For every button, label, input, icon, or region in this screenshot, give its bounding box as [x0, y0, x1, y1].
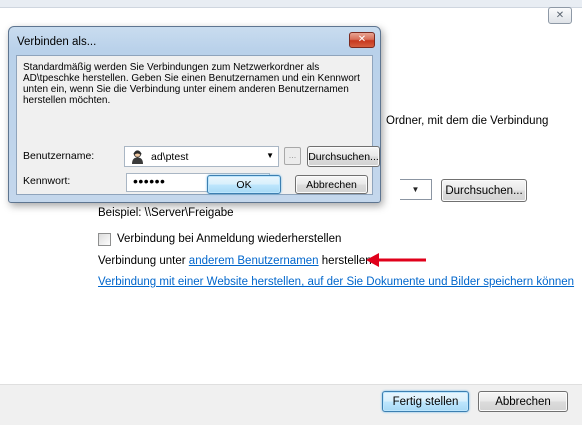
- username-value: ad\ptest: [151, 151, 189, 163]
- dialog-browse-button[interactable]: Durchsuchen...: [307, 146, 380, 167]
- password-label: Kennwort:: [23, 175, 71, 187]
- wizard-top-edge: [0, 0, 582, 8]
- wizard-close-button[interactable]: ✕: [548, 7, 572, 24]
- reconnect-label: Verbindung bei Anmeldung wiederherstelle…: [117, 233, 342, 245]
- website-connect-link[interactable]: Verbindung mit einer Website herstellen,…: [98, 276, 574, 288]
- other-username-link[interactable]: anderem Benutzernamen: [189, 255, 319, 267]
- wizard-folder-description: Ordner, mit dem die Verbindung: [386, 115, 549, 127]
- connect-as-dialog: Verbinden als... ✕ Standardmäßig werden …: [8, 26, 381, 203]
- wizard-cancel-button[interactable]: Abbrechen: [478, 391, 568, 412]
- ellipsis-button[interactable]: ...: [284, 147, 301, 165]
- ok-button[interactable]: OK: [207, 175, 281, 194]
- user-account-icon: [132, 150, 143, 164]
- chevron-down-icon: ▼: [411, 185, 420, 194]
- dialog-cancel-button[interactable]: Abbrechen: [295, 175, 368, 194]
- username-combobox[interactable]: ad\ptest ▼: [124, 146, 279, 167]
- connect-prefix: Verbindung unter: [98, 255, 189, 267]
- finish-button[interactable]: Fertig stellen: [382, 391, 469, 412]
- chevron-down-icon: ▼: [266, 151, 274, 160]
- username-label: Benutzername:: [23, 150, 95, 162]
- dialog-body: Standardmäßig werden Sie Verbindungen zu…: [16, 55, 380, 195]
- dialog-close-button[interactable]: ✕: [349, 32, 375, 48]
- wizard-browse-button[interactable]: Durchsuchen...: [441, 179, 527, 202]
- red-arrow-icon: [366, 253, 426, 267]
- connect-other-user-line: Verbindung unter anderem Benutzernamen h…: [98, 255, 372, 267]
- folder-dropdown-arrow[interactable]: ▼: [400, 179, 432, 200]
- example-text: Beispiel: \\Server\Freigabe: [98, 207, 234, 219]
- dialog-title: Verbinden als...: [17, 36, 97, 48]
- dialog-description: Standardmäßig werden Sie Verbindungen zu…: [23, 62, 360, 106]
- reconnect-checkbox[interactable]: [98, 233, 111, 246]
- connect-suffix: herstellen: [318, 255, 372, 267]
